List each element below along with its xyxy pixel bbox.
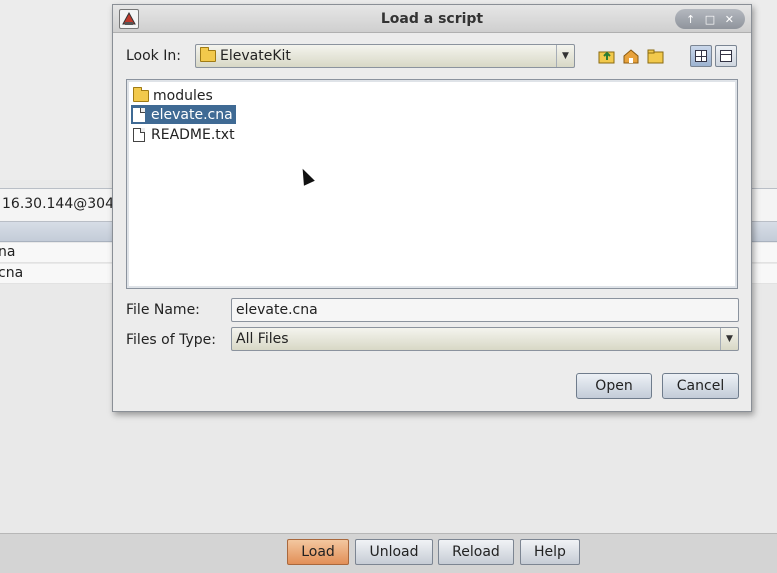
look-in-label: Look In:	[126, 48, 181, 64]
file-name-field[interactable]	[231, 298, 739, 322]
files-of-type-label: Files of Type:	[126, 332, 216, 348]
chevron-down-icon[interactable]: ▼	[556, 45, 574, 67]
folder-icon	[200, 47, 216, 62]
new-folder-icon	[647, 49, 664, 64]
list-item[interactable]: README.txt	[131, 125, 238, 144]
item-label: elevate.cna	[151, 106, 233, 123]
row-text: na	[0, 244, 16, 260]
look-in-combo[interactable]: ElevateKit ▼	[195, 44, 575, 68]
folder-icon	[133, 86, 149, 102]
list-view-icon	[695, 50, 707, 62]
file-icon	[133, 127, 145, 142]
help-button[interactable]: Help	[520, 539, 580, 565]
close-icon[interactable]: ✕	[722, 14, 736, 25]
restore-icon[interactable]: □	[703, 14, 717, 25]
open-button[interactable]: Open	[576, 373, 652, 399]
details-view-icon	[720, 50, 732, 62]
load-script-dialog: Load a script ↑ □ ✕ Look In: ElevateKit …	[112, 4, 752, 412]
up-folder-button[interactable]	[596, 45, 618, 67]
load-button[interactable]: Load	[287, 539, 349, 565]
cancel-button[interactable]: Cancel	[662, 373, 739, 399]
home-icon	[623, 49, 639, 64]
list-item-selected[interactable]: elevate.cna	[131, 105, 236, 124]
chevron-down-icon[interactable]: ▼	[720, 328, 738, 350]
window-controls: ↑ □ ✕	[675, 9, 745, 29]
item-label: modules	[153, 87, 213, 104]
up-arrow-icon[interactable]: ↑	[684, 14, 698, 25]
item-label: README.txt	[151, 126, 235, 143]
new-folder-button[interactable]	[645, 45, 667, 67]
unload-button[interactable]: Unload	[355, 539, 433, 565]
file-name-label: File Name:	[126, 302, 200, 318]
address-text: 16.30.144@304	[2, 196, 114, 212]
dialog-title: Load a script	[380, 11, 484, 27]
files-of-type-combo[interactable]: All Files ▼	[231, 327, 739, 351]
file-icon	[133, 107, 145, 122]
list-view-button[interactable]	[690, 45, 712, 67]
look-in-value: ElevateKit	[220, 48, 291, 64]
file-list[interactable]: modules elevate.cna README.txt	[126, 79, 738, 289]
details-view-button[interactable]	[715, 45, 737, 67]
dialog-titlebar[interactable]: Load a script ↑ □ ✕	[113, 5, 751, 33]
files-of-type-value: All Files	[236, 331, 289, 347]
list-item[interactable]: modules	[131, 86, 216, 105]
reload-button[interactable]: Reload	[438, 539, 514, 565]
up-folder-icon	[598, 51, 615, 64]
home-button[interactable]	[620, 45, 642, 67]
row-text: cna	[0, 265, 24, 281]
